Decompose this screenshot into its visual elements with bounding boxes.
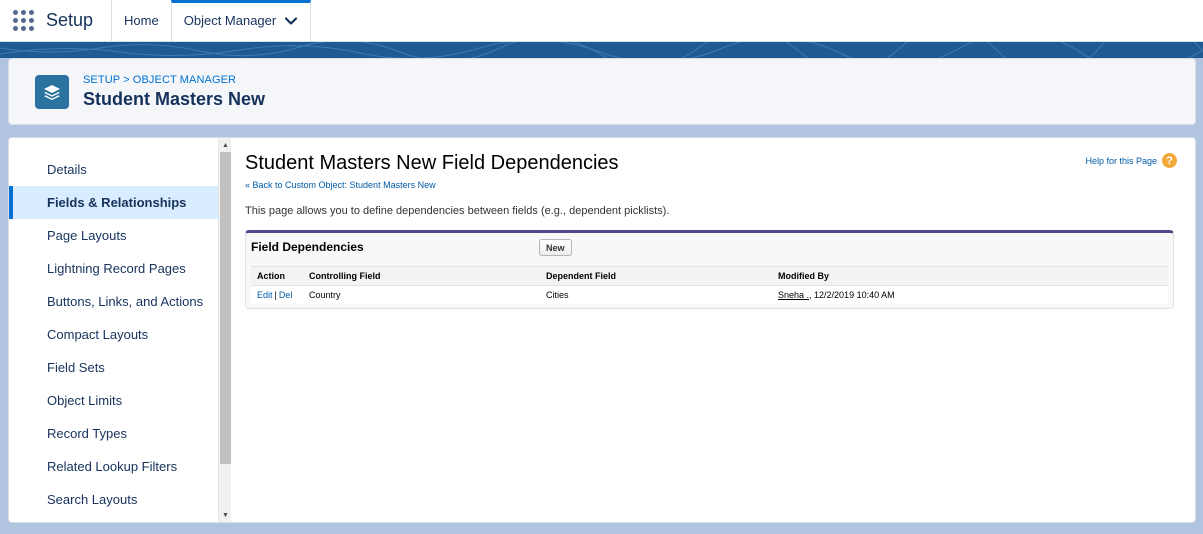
column-header-action: Action: [251, 266, 303, 286]
sidebar-item-label: Search Layouts: [47, 492, 138, 507]
sidebar-item-label: Details: [47, 162, 87, 177]
sidebar-item-label: Object Limits: [47, 393, 123, 408]
breadcrumb[interactable]: SETUP > OBJECT MANAGER: [83, 74, 265, 86]
dependencies-table: Action Controlling Field Dependent Field…: [251, 266, 1168, 304]
sidebar-item-buttons-links-actions[interactable]: Buttons, Links, and Actions: [9, 285, 218, 318]
sidebar-item-object-limits[interactable]: Object Limits: [9, 384, 218, 417]
tab-home[interactable]: Home: [111, 0, 171, 41]
sidebar-item-label: Buttons, Links, and Actions: [47, 294, 204, 309]
modified-date: , 12/2/2019 10:40 AM: [809, 289, 895, 300]
tab-object-manager[interactable]: Object Manager: [170, 0, 312, 41]
controlling-field-cell: Country: [309, 289, 341, 300]
sidebar: Details Fields & Relationships Page Layo…: [9, 138, 218, 522]
page-description: This page allows you to define dependenc…: [245, 205, 670, 217]
field-dependencies-block: Field Dependencies New Action Controllin…: [245, 230, 1174, 309]
column-header-modified-by: Modified By: [772, 266, 1168, 286]
action-cell: Edit | Del: [251, 286, 303, 304]
app-launcher-button[interactable]: [0, 0, 46, 41]
content-area: Student Masters New Field Dependencies «…: [245, 138, 1189, 522]
sidebar-item-field-sets[interactable]: Field Sets: [9, 351, 218, 384]
edit-link[interactable]: Edit: [257, 290, 273, 300]
sidebar-item-label: Compact Layouts: [47, 327, 149, 342]
action-separator: |: [274, 289, 277, 300]
dependent-field-cell: Cities: [546, 289, 569, 300]
banner-pattern: [0, 42, 1203, 58]
sidebar-item-label: Record Types: [47, 426, 127, 441]
content-title: Student Masters New Field Dependencies: [245, 152, 619, 174]
global-nav: Setup Home Object Manager: [0, 0, 1203, 42]
tab-home-label: Home: [124, 13, 159, 28]
help-for-this-page-link[interactable]: Help for this Page ?: [1085, 153, 1177, 168]
sidebar-item-label: Field Sets: [47, 360, 105, 375]
layers-icon: [35, 74, 69, 109]
scroll-up-icon[interactable]: ▲: [219, 139, 232, 152]
back-to-object-link[interactable]: « Back to Custom Object: Student Masters…: [245, 180, 436, 190]
sidebar-item-label: Related Lookup Filters: [47, 459, 178, 474]
column-header-dependent-field: Dependent Field: [540, 266, 772, 286]
app-name: Setup: [46, 10, 94, 30]
sidebar-item-page-layouts[interactable]: Page Layouts: [9, 219, 218, 252]
sidebar-item-label: Lightning Record Pages: [47, 261, 186, 276]
new-dependency-button[interactable]: New: [539, 239, 572, 256]
modified-by-cell: Sneha ., 12/2/2019 10:40 AM: [772, 286, 1168, 304]
sidebar-scrollbar[interactable]: ▲ ▼: [218, 138, 232, 522]
help-link-label: Help for this Page: [1085, 155, 1157, 166]
sidebar-item-record-types[interactable]: Record Types: [9, 417, 218, 450]
table-row: Edit | Del Country Cities Sneha ., 12/2/20…: [251, 286, 1168, 304]
chevron-down-icon[interactable]: [284, 14, 298, 28]
help-icon: ?: [1162, 153, 1177, 168]
sidebar-item-details[interactable]: Details: [9, 153, 218, 186]
scrollbar-thumb[interactable]: [220, 152, 231, 464]
sidebar-item-search-layouts[interactable]: Search Layouts: [9, 483, 218, 516]
sidebar-item-fields-relationships[interactable]: Fields & Relationships: [9, 186, 218, 219]
object-header: SETUP > OBJECT MANAGER Student Masters N…: [8, 58, 1196, 125]
sidebar-item-label: Fields & Relationships: [47, 195, 187, 210]
main-panel: Details Fields & Relationships Page Layo…: [8, 137, 1196, 523]
table-header-row: Action Controlling Field Dependent Field…: [251, 266, 1168, 286]
sidebar-item-label: Page Layouts: [47, 228, 127, 243]
sidebar-item-compact-layouts[interactable]: Compact Layouts: [9, 318, 218, 351]
modified-by-user-link[interactable]: Sneha .: [778, 290, 809, 300]
column-header-controlling-field: Controlling Field: [303, 266, 540, 286]
block-title: Field Dependencies: [251, 240, 364, 254]
tab-object-manager-label: Object Manager: [183, 13, 277, 28]
waffle-icon: [12, 10, 34, 31]
sidebar-item-lightning-record-pages[interactable]: Lightning Record Pages: [9, 252, 218, 285]
scroll-down-icon[interactable]: ▼: [219, 509, 232, 522]
page-title: Student Masters New: [83, 88, 266, 109]
sidebar-item-related-lookup-filters[interactable]: Related Lookup Filters: [9, 450, 218, 483]
delete-link[interactable]: Del: [279, 290, 293, 300]
